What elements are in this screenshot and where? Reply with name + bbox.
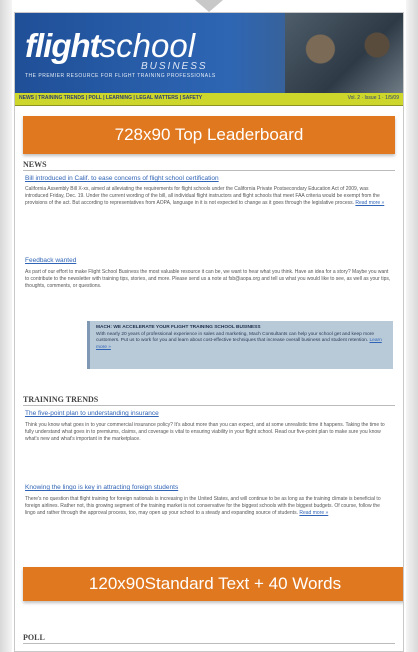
news-item1-title[interactable]: Bill introduced in Calif. to ease concer… [25, 175, 219, 182]
top-pointer-arrow [195, 0, 223, 12]
masthead: flightschool BUSINESS THE PREMIER RESOUR… [15, 13, 403, 93]
logo-school: school [99, 27, 196, 64]
trends-item2-body: There's no question that flight training… [25, 496, 381, 516]
text-ad-banner[interactable]: 120x90Standard Text + 40 Words [23, 567, 403, 601]
trends-item2-title[interactable]: Knowing the lingo is key in attracting f… [25, 484, 178, 491]
trends-item1-body: Think you know what goes in to your comm… [25, 422, 385, 442]
logo-flight: flight [25, 27, 101, 64]
tagline: THE PREMIER RESOURCE FOR FLIGHT TRAINING… [25, 73, 216, 79]
news-item1-body: California Assembly Bill X-xx, aimed at … [25, 186, 385, 206]
nav-links[interactable]: NEWS | TRAINING TRENDS | POLL | LEARNING… [19, 95, 202, 101]
top-leaderboard-ad[interactable]: 728x90 Top Leaderboard [23, 116, 395, 154]
issue-info: Vol. 2 · Issue 1 · 1/5/09 [347, 95, 399, 101]
right-shadow [406, 0, 418, 652]
logo-business: BUSINESS [141, 61, 208, 72]
news-item2-body: As part of our effort to make Flight Sch… [25, 269, 391, 289]
mach-body: With nearly 20 years of professional exp… [96, 331, 375, 344]
nav-bar: NEWS | TRAINING TRENDS | POLL | LEARNING… [15, 93, 403, 106]
left-shadow [0, 0, 12, 652]
trends-item1-title[interactable]: The five-point plan to understanding ins… [25, 410, 159, 417]
trends-item2-more-link[interactable]: Read more » [299, 510, 328, 516]
poll-heading: POLL [23, 633, 395, 644]
training-trends-heading: TRAINING TRENDS [23, 395, 395, 406]
newsletter-page: flightschool BUSINESS THE PREMIER RESOUR… [14, 12, 404, 652]
news-item1-more-link[interactable]: Read more » [355, 200, 384, 206]
header-photo [285, 13, 403, 93]
news-item2-title[interactable]: Feedback wanted [25, 257, 76, 264]
flightschool-logo[interactable]: flightschool BUSINESS [25, 27, 206, 72]
mach-sponsor-box: MACH: WE ACCELERATE YOUR FLIGHT TRAINING… [87, 321, 393, 369]
news-heading: NEWS [23, 160, 395, 171]
mach-title: MACH: WE ACCELERATE YOUR FLIGHT TRAINING… [96, 325, 261, 330]
